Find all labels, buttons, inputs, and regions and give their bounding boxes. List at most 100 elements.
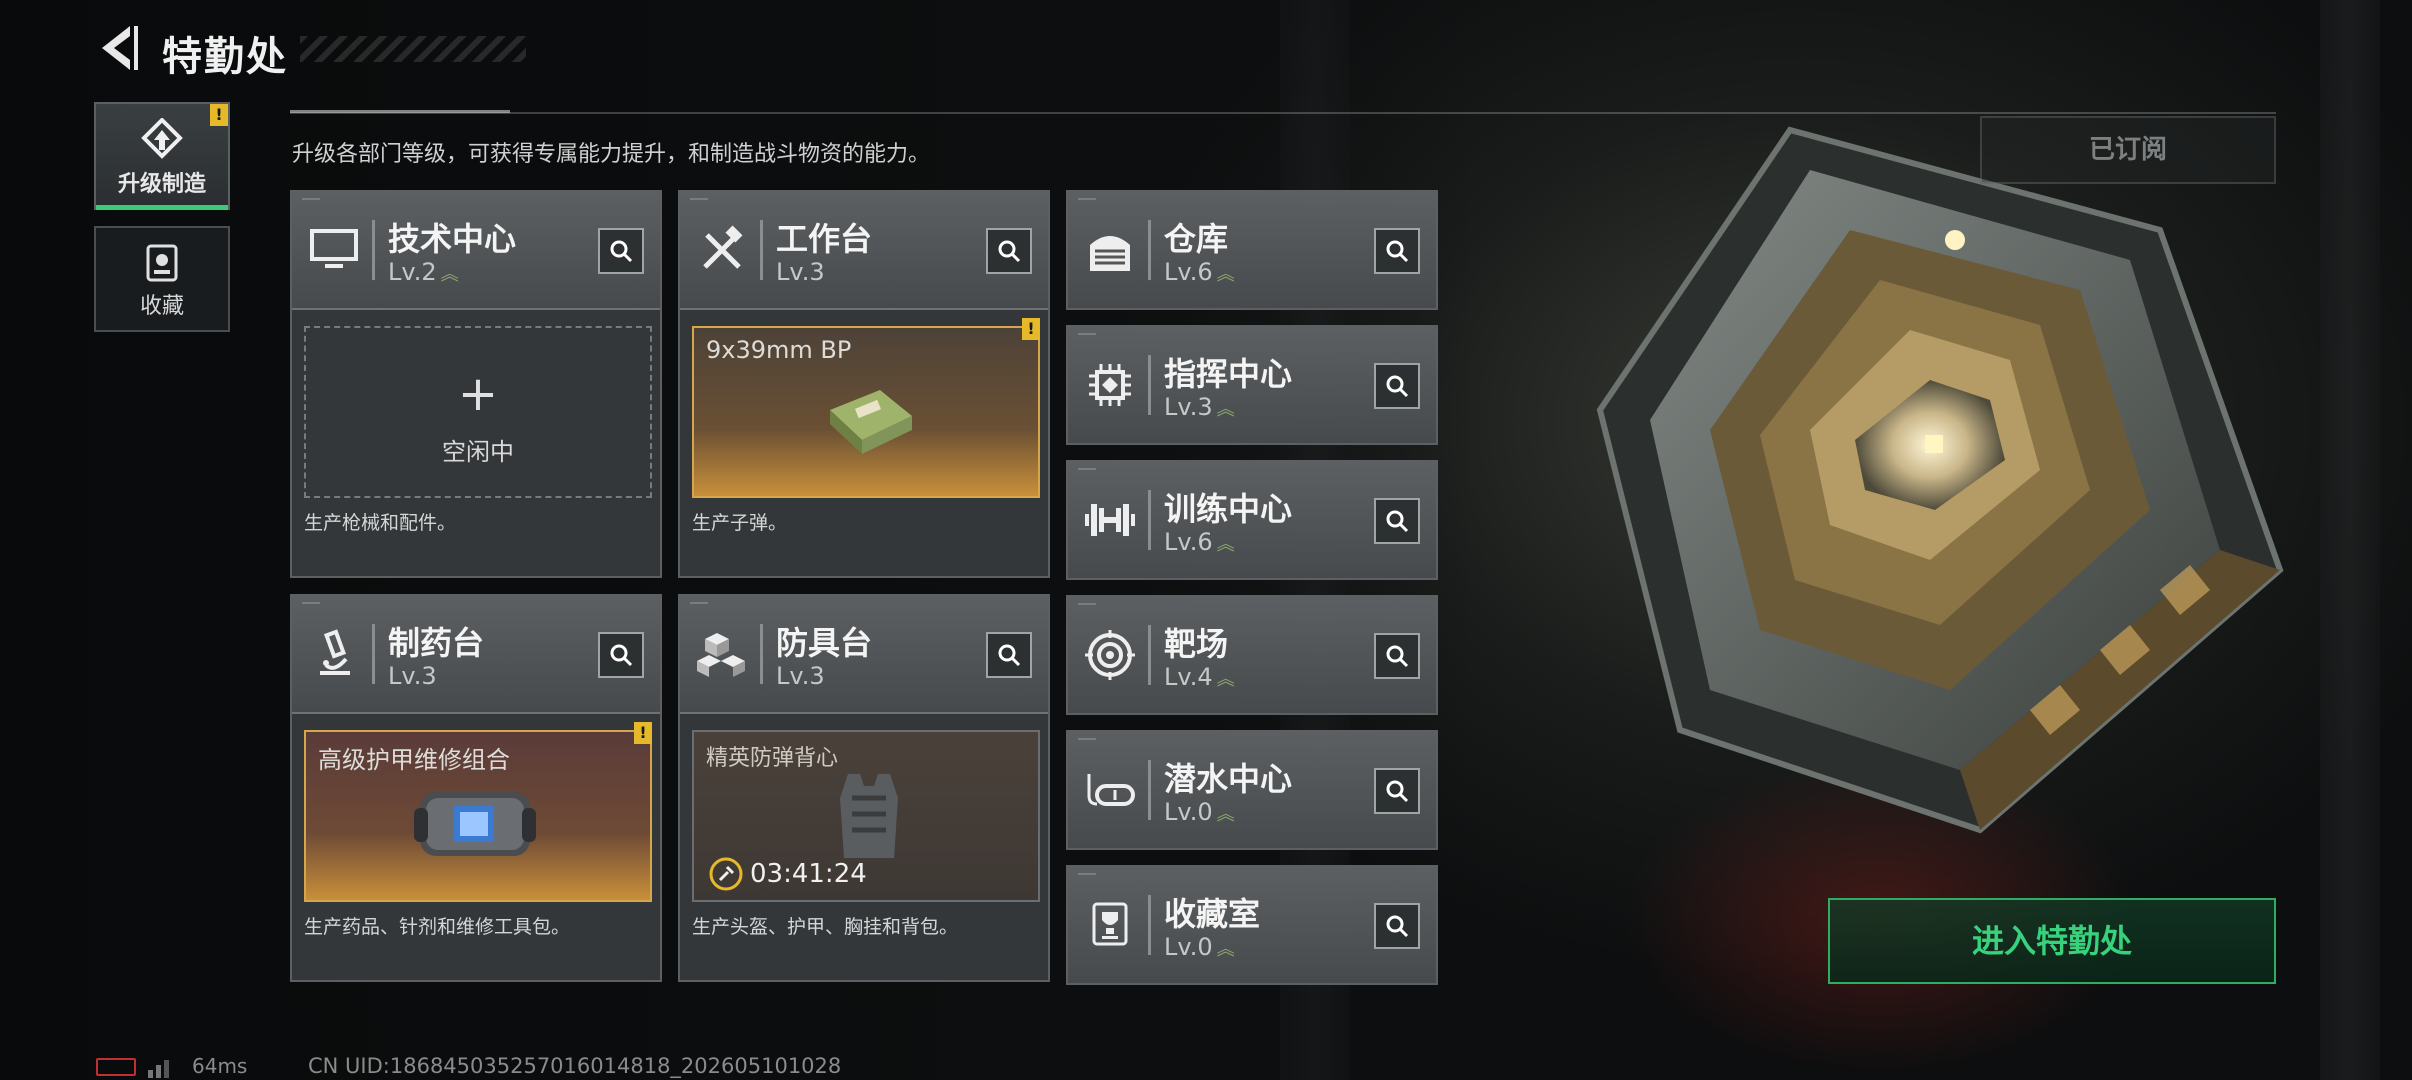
ammo-box-icon	[830, 390, 912, 454]
upgrade-chevron-icon: ︽	[1216, 399, 1235, 420]
facility-level: Lv.3 ︽	[1164, 393, 1235, 421]
item-name: 精英防弹背心	[706, 746, 839, 771]
tools-icon	[692, 220, 752, 280]
sidebar-item-upgrade-craft[interactable]: 升级制造 !	[94, 102, 230, 210]
facility-card-tech-center[interactable]: 技术中心 Lv.2 ︽ + 空闲中 生产枪械和配件。	[290, 190, 662, 578]
card-tick	[1078, 198, 1096, 200]
enter-special-ops-button[interactable]: 进入特勤处	[1828, 898, 2276, 984]
level-text: Lv.6	[1164, 258, 1213, 286]
uid-text: CN UID:186845035257016014818_20260510102…	[308, 1054, 842, 1078]
production-slot-ready[interactable]: 9x39mm BP !	[692, 318, 1040, 498]
facility-description: 生产枪械和配件。	[304, 512, 457, 534]
slot-status: 空闲中	[442, 438, 514, 466]
sidebar-item-collection[interactable]: 收藏	[94, 226, 230, 332]
sidebar-item-label: 收藏	[139, 294, 184, 319]
special-ops-cube-illustration	[1560, 110, 2300, 850]
facility-level: Lv.3	[388, 662, 437, 690]
search-button[interactable]	[986, 228, 1032, 274]
production-slot-empty[interactable]: + 空闲中	[304, 326, 652, 498]
armor-repair-kit-icon	[414, 792, 536, 856]
magnifier-icon	[1386, 375, 1409, 398]
sidebar-item-label: 升级制造	[117, 172, 206, 197]
facility-name: 指挥中心	[1164, 355, 1293, 393]
facility-header: 训练中心 Lv.6 ︽	[1068, 462, 1436, 578]
facility-card-1[interactable]: 指挥中心 Lv.3 ︽	[1066, 325, 1438, 445]
facility-name: 潜水中心	[1164, 760, 1293, 798]
search-button[interactable]	[598, 228, 644, 274]
game-screen: 特勤处 升级制造 ! 收藏 升级各部门等级，可获得专属能力提升，和制造战斗物资的…	[0, 0, 2412, 1080]
monitor-icon	[304, 220, 364, 280]
facility-name: 技术中心	[388, 220, 517, 258]
search-button[interactable]	[1374, 903, 1420, 949]
facility-level: Lv.2 ︽	[388, 258, 459, 286]
search-button[interactable]	[1374, 228, 1420, 274]
facility-card-3[interactable]: 靶场 Lv.4 ︽	[1066, 595, 1438, 715]
back-button[interactable]	[92, 22, 142, 74]
upgrade-chevron-icon: ︽	[1216, 804, 1235, 825]
facility-header: 潜水中心 Lv.0 ︽	[1068, 732, 1436, 848]
facility-card-5[interactable]: 收藏室 Lv.0 ︽	[1066, 865, 1438, 985]
magnifier-icon	[998, 644, 1021, 667]
facility-description: 生产子弹。	[692, 512, 788, 534]
trophy-icon	[1080, 895, 1140, 955]
facility-description: 生产头盔、护甲、胸挂和背包。	[692, 916, 959, 938]
facility-level: Lv.0 ︽	[1164, 933, 1235, 961]
warning-badge: !	[634, 722, 652, 744]
search-button[interactable]	[1374, 768, 1420, 814]
ping-text: 64ms	[192, 1054, 248, 1078]
subscribed-button[interactable]: 已订阅	[1980, 116, 2276, 184]
battery-icon	[96, 1058, 136, 1076]
active-indicator	[96, 205, 228, 210]
plus-icon: +	[457, 366, 499, 422]
production-slot-ready[interactable]: 高级护甲维修组合 !	[304, 722, 652, 902]
card-tick	[1078, 333, 1096, 335]
facility-header: 收藏室 Lv.0 ︽	[1068, 867, 1436, 983]
search-button[interactable]	[598, 632, 644, 678]
facility-level: Lv.4 ︽	[1164, 663, 1235, 691]
vest-icon	[840, 774, 898, 858]
level-text: Lv.0	[1164, 933, 1213, 961]
magnifier-icon	[610, 240, 633, 263]
facility-header: 指挥中心 Lv.3 ︽	[1068, 327, 1436, 443]
magnifier-icon	[1386, 915, 1409, 938]
magnifier-icon	[1386, 510, 1409, 533]
facility-card-armor-bench[interactable]: 防具台 Lv.3 精英防弹背心 03:41:24 生产头盔、护甲、胸挂和背包。	[678, 594, 1050, 982]
warehouse-icon	[1080, 220, 1140, 280]
diving-mask-icon	[1080, 760, 1140, 820]
facility-header: 技术中心 Lv.2 ︽	[292, 192, 660, 310]
search-button[interactable]	[986, 632, 1032, 678]
search-button[interactable]	[1374, 633, 1420, 679]
facility-header: 工作台 Lv.3	[680, 192, 1048, 310]
back-arrow-icon	[102, 26, 138, 70]
facility-card-0[interactable]: 仓库 Lv.6 ︽	[1066, 190, 1438, 310]
facility-level: Lv.3	[776, 662, 825, 690]
upgrade-chevron-icon: ︽	[1216, 669, 1235, 690]
upgrade-chevron-icon: ︽	[440, 264, 459, 285]
facility-name: 收藏室	[1164, 895, 1261, 933]
facility-level: Lv.3	[776, 258, 825, 286]
facility-card-workbench[interactable]: 工作台 Lv.3 9x39mm BP ! 生产子弹。	[678, 190, 1050, 578]
divider	[372, 220, 375, 280]
facility-card-pharmacy[interactable]: 制药台 Lv.3 高级护甲维修组合 ! 生产药品、针剂和维修工具包。	[290, 594, 662, 982]
facility-header: 靶场 Lv.4 ︽	[1068, 597, 1436, 713]
microscope-icon	[304, 624, 364, 684]
search-button[interactable]	[1374, 498, 1420, 544]
magnifier-icon	[1386, 240, 1409, 263]
level-text: Lv.2	[388, 258, 437, 286]
facility-card-2[interactable]: 训练中心 Lv.6 ︽	[1066, 460, 1438, 580]
upgrade-chevron-icon: ︽	[1216, 534, 1235, 555]
facility-name: 靶场	[1164, 625, 1229, 663]
facility-name: 工作台	[776, 220, 873, 258]
page-description: 升级各部门等级，可获得专属能力提升，和制造战斗物资的能力。	[292, 142, 931, 167]
facility-level: Lv.0 ︽	[1164, 798, 1235, 826]
card-tick	[1078, 603, 1096, 605]
card-tick	[690, 198, 708, 200]
card-tick	[1078, 873, 1096, 875]
facility-card-4[interactable]: 潜水中心 Lv.0 ︽	[1066, 730, 1438, 850]
wrench-timer-icon	[709, 857, 743, 891]
level-text: Lv.0	[1164, 798, 1213, 826]
divider	[1148, 625, 1151, 685]
search-button[interactable]	[1374, 363, 1420, 409]
divider	[1148, 760, 1151, 820]
production-slot-in-progress[interactable]: 精英防弹背心 03:41:24	[692, 730, 1040, 902]
